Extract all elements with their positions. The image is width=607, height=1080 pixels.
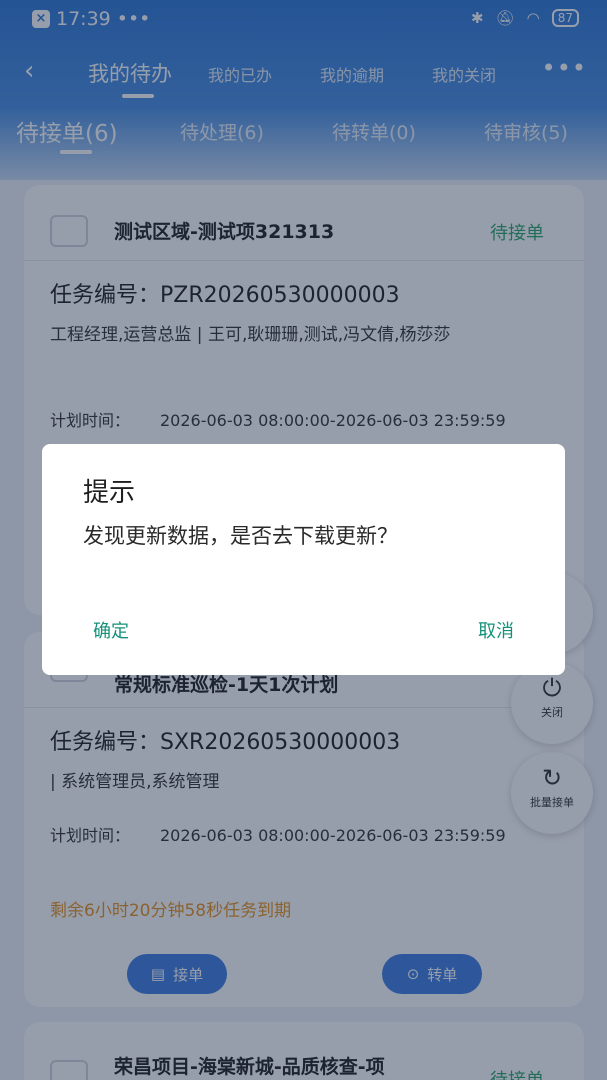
confirm-button[interactable]: 确定: [78, 610, 158, 650]
update-dialog: 提示 发现更新数据，是否去下载更新？ 确定 取消: [42, 444, 565, 675]
dialog-title: 提示: [83, 478, 136, 508]
cancel-button[interactable]: 取消: [449, 610, 529, 650]
dialog-message: 发现更新数据，是否去下载更新？: [83, 524, 398, 548]
